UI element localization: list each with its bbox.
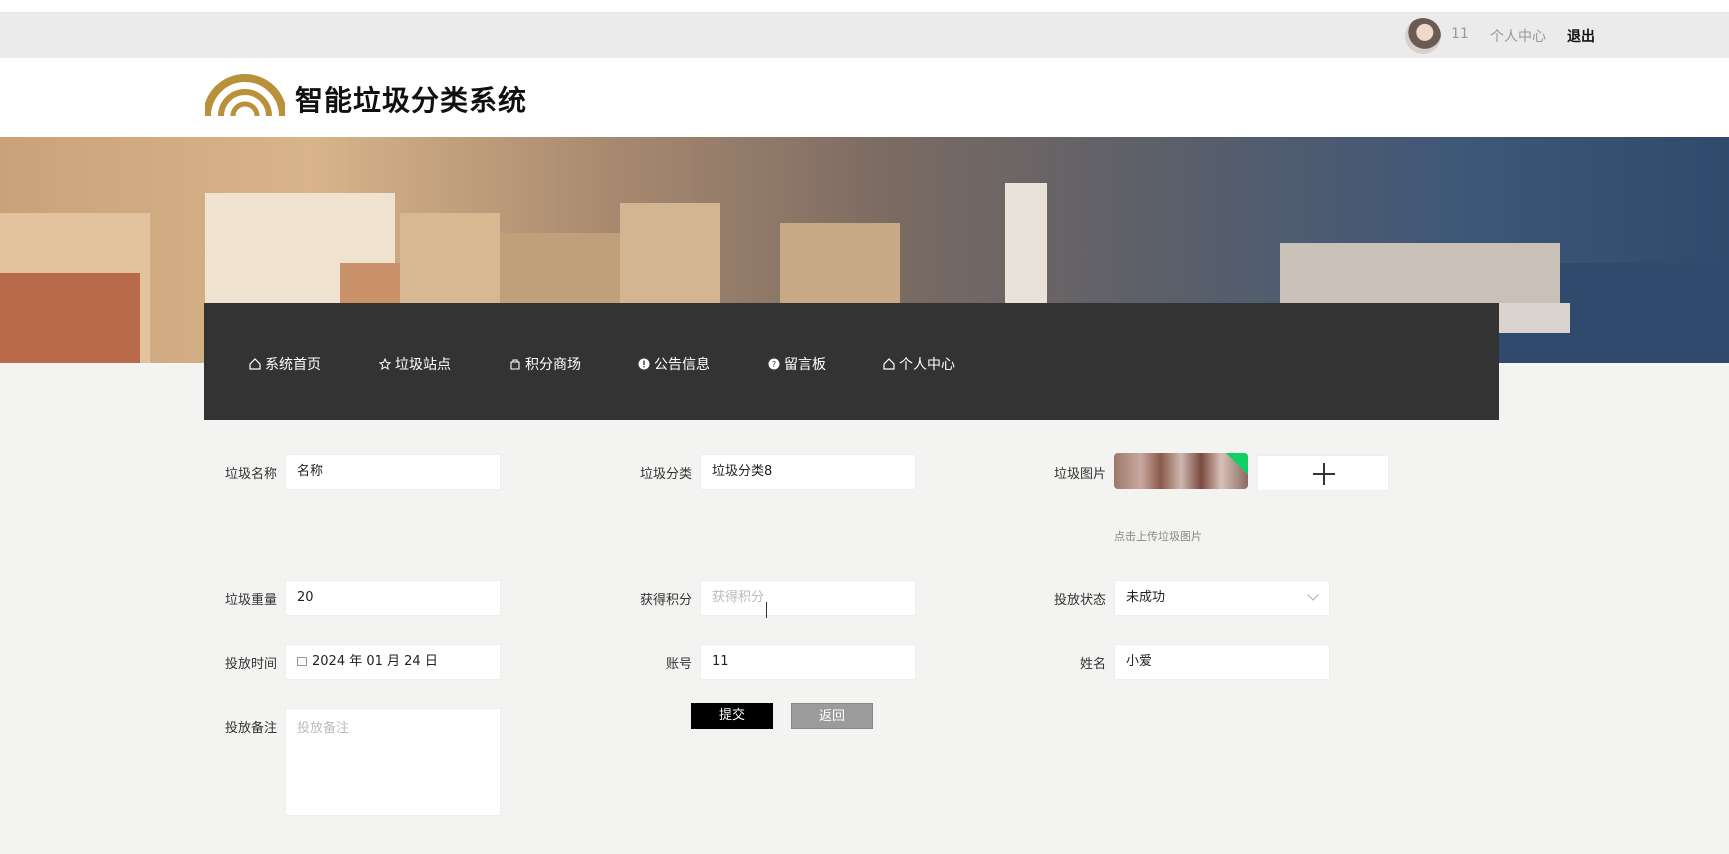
nav-label: 留言板 [784, 357, 826, 373]
name-label: 垃圾名称 [224, 467, 277, 482]
alert-icon [638, 358, 650, 370]
status-label: 投放状态 [1053, 593, 1106, 608]
uploaded-image-thumbnail[interactable] [1114, 453, 1248, 489]
nav-label: 个人中心 [899, 357, 955, 373]
weight-label: 垃圾重量 [224, 593, 277, 608]
upload-hint: 点击上传垃圾图片 [1114, 530, 1202, 543]
category-label: 垃圾分类 [639, 467, 692, 482]
home-icon [249, 358, 261, 370]
realname-label: 姓名 [1079, 657, 1106, 672]
account-input[interactable]: 11 [700, 644, 916, 680]
nav-messages[interactable]: ? 留言板 [768, 354, 826, 374]
image-upload-button[interactable] [1257, 455, 1389, 491]
nav-label: 垃圾站点 [395, 357, 451, 373]
nav-label: 积分商场 [525, 357, 581, 373]
realname-input[interactable]: 小爱 [1114, 644, 1330, 680]
nav-notices[interactable]: 公告信息 [638, 354, 710, 374]
points-label: 获得积分 [639, 593, 692, 608]
site-title: 智能垃圾分类系统 [295, 84, 528, 117]
points-input[interactable]: 获得积分 [700, 580, 916, 616]
success-badge-icon [1226, 453, 1248, 475]
time-label: 投放时间 [224, 657, 277, 672]
nav-stations[interactable]: 垃圾站点 [379, 354, 451, 374]
username: 11 [1451, 26, 1469, 42]
top-strip [0, 0, 1729, 13]
calendar-icon [297, 657, 307, 666]
name-input[interactable]: 名称 [285, 454, 501, 490]
home-icon [883, 358, 895, 370]
points-placeholder: 获得积分 [712, 590, 765, 605]
nav-profile[interactable]: 个人中心 [883, 354, 955, 374]
nav-label: 系统首页 [265, 357, 321, 373]
weight-input[interactable]: 20 [285, 580, 501, 616]
chevron-down-icon [1307, 589, 1319, 601]
text-cursor [766, 602, 769, 618]
status-select[interactable]: 未成功 [1114, 580, 1330, 616]
nav-label: 公告信息 [654, 357, 710, 373]
status-value: 未成功 [1126, 590, 1166, 605]
submit-button[interactable]: 提交 [691, 703, 773, 729]
remark-placeholder: 投放备注 [297, 721, 350, 736]
account-label: 账号 [665, 657, 692, 672]
category-input[interactable]: 垃圾分类8 [700, 454, 916, 490]
nav-mall[interactable]: 积分商场 [509, 354, 581, 374]
user-avatar[interactable] [1405, 18, 1441, 54]
svg-text:?: ? [772, 360, 776, 369]
star-icon [379, 358, 391, 370]
time-value: 2024 年 01 月 24 日 [312, 654, 438, 669]
logout-link[interactable]: 退出 [1567, 26, 1595, 46]
question-icon: ? [768, 358, 780, 370]
back-button[interactable]: 返回 [791, 703, 873, 729]
user-center-link[interactable]: 个人中心 [1490, 26, 1546, 46]
nav-home[interactable]: 系统首页 [249, 354, 321, 374]
time-picker[interactable]: 2024 年 01 月 24 日 [285, 644, 501, 680]
user-bar [0, 13, 1729, 58]
image-label: 垃圾图片 [1053, 467, 1106, 482]
remark-label: 投放备注 [224, 721, 277, 736]
bag-icon [510, 359, 520, 370]
logo-icon [205, 74, 285, 117]
remark-textarea[interactable]: 投放备注 [285, 708, 501, 816]
